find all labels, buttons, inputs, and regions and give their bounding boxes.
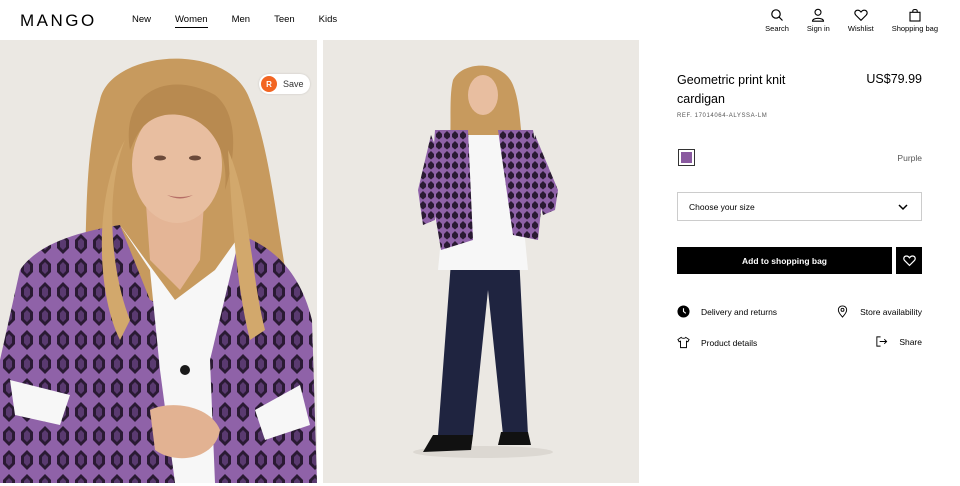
save-label: Save xyxy=(283,79,304,89)
selected-color-name: Purple xyxy=(897,153,922,163)
heart-icon xyxy=(854,9,868,22)
share-label: Share xyxy=(899,336,922,347)
delivery-returns-link[interactable]: Delivery and returns xyxy=(677,305,777,318)
product-image-closeup[interactable] xyxy=(0,40,317,483)
store-availability-link[interactable]: Store availability xyxy=(836,305,922,318)
product-title: Geometric print knit cardigan xyxy=(677,73,786,106)
wishlist-label: Wishlist xyxy=(847,24,874,33)
size-placeholder: Choose your size xyxy=(689,201,755,212)
product-panel: Geometric print knit cardigan US$79.99 R… xyxy=(640,40,960,486)
size-dropdown[interactable]: Choose your size xyxy=(677,192,922,221)
product-details-link[interactable]: Product details xyxy=(677,336,757,349)
product-price: US$79.99 xyxy=(866,72,922,86)
add-to-bag-button[interactable]: Add to shopping bag xyxy=(677,247,892,274)
tshirt-icon xyxy=(677,336,690,349)
share-icon xyxy=(876,336,888,347)
search-label: Search xyxy=(765,24,789,33)
nav-item-kids[interactable]: Kids xyxy=(319,14,337,28)
save-button[interactable]: R Save xyxy=(259,74,310,94)
nav-item-teen[interactable]: Teen xyxy=(274,14,295,28)
wishlist-button[interactable]: Wishlist xyxy=(848,8,874,33)
bag-icon xyxy=(909,8,921,22)
add-to-wishlist-button[interactable] xyxy=(896,247,922,274)
clock-icon xyxy=(677,305,690,318)
shopping-bag-label: Shopping bag xyxy=(891,24,938,33)
search-icon xyxy=(771,9,783,21)
user-icon xyxy=(812,8,825,22)
save-logo-icon: R xyxy=(261,76,277,92)
site-header: MANGO New Women Men Teen Kids Search Sig… xyxy=(0,0,960,40)
header-actions: Search Sign in Wishlist Shopping bag xyxy=(747,8,938,33)
sign-in-label: Sign in xyxy=(806,24,830,33)
swatch-fill xyxy=(681,152,692,163)
product-reference: REF. 17014064-ALYSSA-LM xyxy=(677,113,768,119)
shopping-bag-button[interactable]: Shopping bag xyxy=(892,8,938,33)
delivery-returns-label: Delivery and returns xyxy=(701,306,778,317)
nav-item-men[interactable]: Men xyxy=(232,14,250,28)
nav-item-new[interactable]: New xyxy=(132,14,151,28)
color-swatch-purple[interactable] xyxy=(678,149,695,166)
location-pin-icon xyxy=(837,305,848,318)
share-link[interactable]: Share xyxy=(875,335,922,348)
closeup-photo xyxy=(0,40,317,483)
product-image-full[interactable] xyxy=(323,40,639,483)
store-availability-label: Store availability xyxy=(860,306,922,317)
nav-item-women[interactable]: Women xyxy=(175,14,208,28)
chevron-down-icon xyxy=(898,204,908,211)
full-length-photo xyxy=(323,40,639,483)
search-button[interactable]: Search xyxy=(765,8,789,33)
product-details-label: Product details xyxy=(701,337,758,348)
heart-icon xyxy=(902,255,916,267)
sign-in-button[interactable]: Sign in xyxy=(807,8,830,33)
main-nav: New Women Men Teen Kids xyxy=(132,14,361,28)
mango-logo[interactable]: MANGO xyxy=(20,11,97,31)
